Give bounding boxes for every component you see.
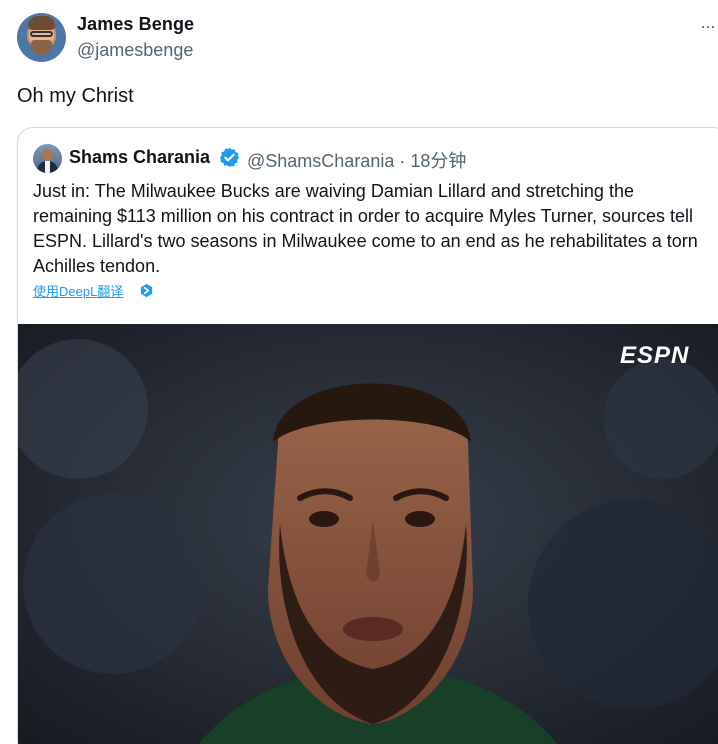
quoted-author-avatar[interactable] xyxy=(33,144,62,173)
author-handle[interactable]: @jamesbenge xyxy=(77,40,193,61)
more-options-icon[interactable]: ··· xyxy=(700,16,716,37)
author-name[interactable]: James Benge xyxy=(77,14,194,35)
avatar-hair xyxy=(28,16,55,30)
espn-watermark: ESPN xyxy=(620,342,689,368)
avatar-shirt xyxy=(45,161,50,173)
quoted-author-handle-time[interactable]: @ShamsCharania · 18分钟 xyxy=(247,147,466,173)
player-photo xyxy=(18,324,718,744)
verified-badge-icon xyxy=(219,147,240,168)
tweet-media-photo[interactable]: ESPN xyxy=(18,324,718,744)
translate-link[interactable]: 使用DeepL翻译 xyxy=(33,281,123,300)
deepl-icon[interactable] xyxy=(139,283,154,298)
avatar-glasses xyxy=(30,31,53,37)
quoted-tweet[interactable]: Shams Charania @ShamsCharania · 18分钟 Jus… xyxy=(17,127,718,744)
quoted-author-name[interactable]: Shams Charania xyxy=(69,147,210,168)
tweet: James Benge @jamesbenge ··· Oh my Christ… xyxy=(0,0,718,744)
quoted-tweet-text: Just in: The Milwaukee Bucks are waiving… xyxy=(33,181,698,276)
author-avatar[interactable] xyxy=(17,13,66,62)
espn-watermark-text: ESPN xyxy=(620,342,689,368)
avatar-head xyxy=(42,149,53,161)
post-text: Oh my Christ xyxy=(17,85,134,107)
avatar-beard xyxy=(31,40,52,55)
